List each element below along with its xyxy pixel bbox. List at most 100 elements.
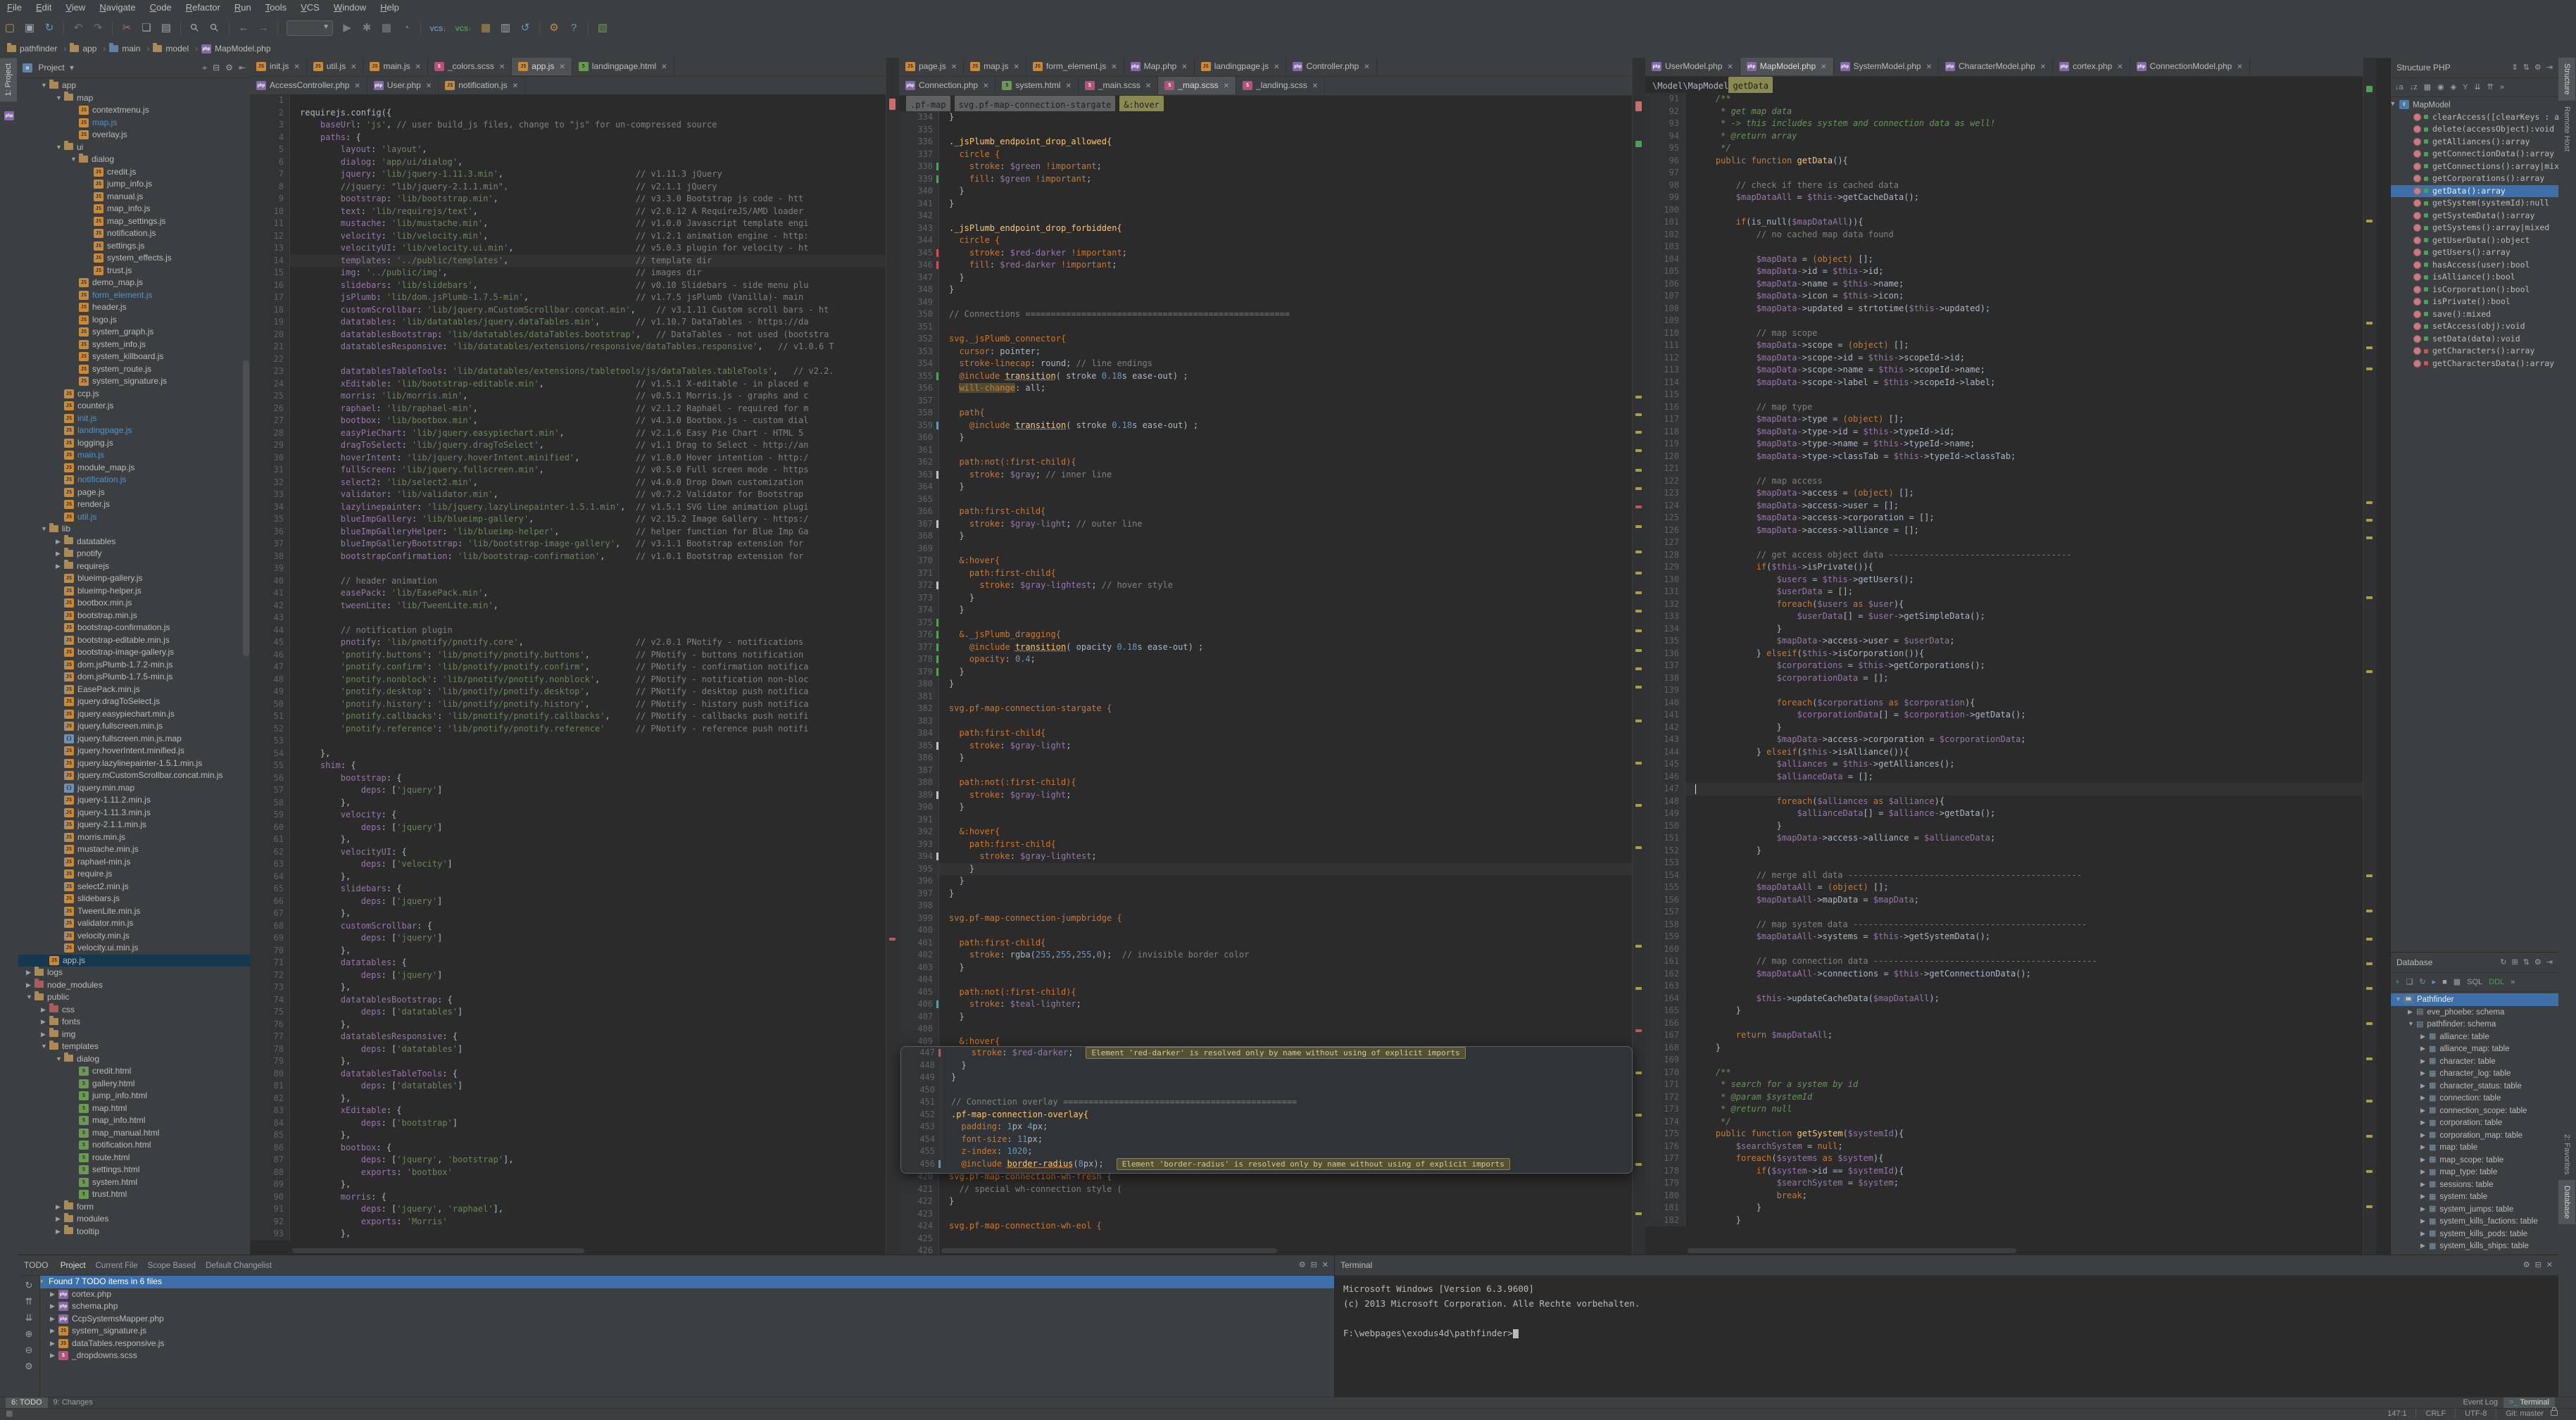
tree-item-dialog[interactable]: ▼dialog xyxy=(18,153,250,166)
tab-close-icon[interactable]: ✕ xyxy=(1013,63,1019,71)
run-icon[interactable]: ▶ xyxy=(338,20,356,37)
run-configuration-select[interactable]: ▼ xyxy=(287,20,333,36)
tree-item-system-info-js[interactable]: JSsystem_info.js xyxy=(18,339,250,351)
stripe-button-1-project[interactable]: 1: Project xyxy=(0,58,17,101)
tree-item-node-modules[interactable]: ▶node_modules xyxy=(18,979,250,992)
tree-item-trust-js[interactable]: JStrust.js xyxy=(18,265,250,277)
tree-item-velocity-ui-min-js[interactable]: JSvelocity.ui.min.js xyxy=(18,942,250,955)
tree-item-css[interactable]: ▶css xyxy=(18,1004,250,1017)
tree-item-trust-html[interactable]: 5trust.html xyxy=(18,1188,250,1201)
close-icon[interactable]: ✕ xyxy=(1322,1261,1328,1269)
editor-tab-controller-php[interactable]: phpController.php✕ xyxy=(1286,58,1376,75)
db-item-map-type[interactable]: ▶▦map_type: table xyxy=(2391,1166,2558,1179)
database-header-icon[interactable]: ⚙ xyxy=(2534,958,2542,967)
project-header-icon[interactable]: ⚙ xyxy=(225,63,233,73)
structure-method-hasaccess[interactable]: hasAccess(user):bool xyxy=(2391,259,2558,272)
structure-method-save[interactable]: save():mixed xyxy=(2391,308,2558,321)
tree-item-landingpage-js[interactable]: JSlandingpage.js xyxy=(18,425,250,437)
tree-item-notification-js[interactable]: JSnotification.js xyxy=(18,227,250,240)
tree-item-map-manual-html[interactable]: 5map_manual.html xyxy=(18,1127,250,1140)
tree-item-settings-js[interactable]: JSsettings.js xyxy=(18,240,250,253)
breadcrumb-mapmodel-php[interactable]: phpMapModel.php xyxy=(201,40,270,58)
project-header[interactable]: ▤ Project ▾ ⌖⊟⚙⇤ xyxy=(18,58,250,78)
tree-item-system-effects-js[interactable]: JSsystem_effects.js xyxy=(18,252,250,265)
db-item-sessions[interactable]: ▶▦sessions: table xyxy=(2391,1179,2558,1191)
project-header-icon[interactable]: ⊟ xyxy=(213,63,220,73)
tab-close-icon[interactable]: ✕ xyxy=(1181,63,1187,71)
open-icon[interactable]: ▢ xyxy=(1,20,19,37)
todo-tab-current-file[interactable]: Current File xyxy=(96,1256,138,1276)
menu-file[interactable]: File xyxy=(0,0,29,15)
tree-item-overlay-js[interactable]: JSoverlay.js xyxy=(18,129,250,142)
tree-item-route-html[interactable]: 5route.html xyxy=(18,1152,250,1164)
tab-close-icon[interactable]: ✕ xyxy=(1065,82,1071,90)
status-line-separator[interactable]: CRLF xyxy=(2426,1409,2446,1418)
tree-item-demo-map-js[interactable]: JSdemo_map.js xyxy=(18,277,250,289)
status-vcs-branch[interactable]: Git: master xyxy=(2506,1409,2544,1418)
tree-item-util-js[interactable]: JSutil.js xyxy=(18,511,250,524)
vcs-archive-icon[interactable]: ▦ xyxy=(477,20,495,37)
structure-method-getdata[interactable]: getData():array xyxy=(2391,185,2558,198)
stripe-button-structure[interactable]: Structure xyxy=(2558,58,2575,101)
database-header-icon[interactable]: ↻ xyxy=(2500,958,2506,967)
tree-item-map-settings-js[interactable]: JSmap_settings.js xyxy=(18,215,250,228)
tree-item-gallery-html[interactable]: 5gallery.html xyxy=(18,1078,250,1091)
editor-tab-map-js[interactable]: JSmap.js✕ xyxy=(964,58,1026,75)
editor-tab-landingpage-html[interactable]: 5landingpage.html✕ xyxy=(572,58,674,75)
project-header-icon[interactable]: ⇤ xyxy=(239,63,246,73)
database-toolbar-icon[interactable]: ↻ xyxy=(2419,978,2425,986)
tree-item-counter-js[interactable]: JScounter.js xyxy=(18,400,250,413)
structure-toolbar-icon[interactable]: » xyxy=(2500,83,2504,92)
db-item-character-log[interactable]: ▶▦character_log: table xyxy=(2391,1067,2558,1080)
structure-method-getuserdata[interactable]: getUserData():object xyxy=(2391,234,2558,247)
horizontal-scrollbar[interactable] xyxy=(941,1248,1277,1253)
db-item-system[interactable]: ▶▦system: table xyxy=(2391,1190,2558,1203)
profiler-icon[interactable]: ◔ xyxy=(397,20,415,37)
tree-item-templates[interactable]: ▼templates xyxy=(18,1041,250,1053)
tree-item-map-js[interactable]: JSmap.js xyxy=(18,117,250,130)
database-toolbar-icon[interactable]: ❏ xyxy=(2406,978,2413,986)
structure-toolbar-icon[interactable]: ⇊ xyxy=(2474,83,2480,92)
tree-item-img[interactable]: ▶img xyxy=(18,1029,250,1041)
todo-file-system-signature-js[interactable]: ▶JSsystem_signature.js xyxy=(40,1325,1334,1338)
db-item-map-scope[interactable]: ▶▦map_scope: table xyxy=(2391,1154,2558,1167)
tree-item-init-js[interactable]: JSinit.js xyxy=(18,413,250,425)
rollback-icon[interactable]: ↺ xyxy=(516,20,534,37)
structure-method-isalliance[interactable]: isAlliance():bool xyxy=(2391,271,2558,284)
db-item-system-jumps[interactable]: ▶▦system_jumps: table xyxy=(2391,1203,2558,1216)
editor-tab-systemmodel-php[interactable]: phpSystemModel.php✕ xyxy=(1834,58,1939,75)
horizontal-scrollbar[interactable] xyxy=(292,1248,584,1253)
db-item-alliance-map[interactable]: ▶▦alliance_map: table xyxy=(2391,1043,2558,1055)
tree-item-system-route-js[interactable]: JSsystem_route.js xyxy=(18,363,250,376)
database-toolbar-icon[interactable]: » xyxy=(2511,978,2515,986)
db-item-character-status[interactable]: ▶▦character_status: table xyxy=(2391,1080,2558,1093)
debug-icon[interactable]: ✱ xyxy=(358,20,376,37)
tree-item-tweenlite-min-js[interactable]: JSTweenLite.min.js xyxy=(18,905,250,918)
editor-tab-mapmodel-php[interactable]: phpMapModel.php✕ xyxy=(1740,58,1834,75)
structure-method-getsystemdata[interactable]: getSystemData():array xyxy=(2391,210,2558,222)
status-encoding[interactable]: UTF-8 xyxy=(2465,1409,2487,1418)
editor-tab-app-js[interactable]: JSapp.js✕ xyxy=(512,58,572,75)
coverage-icon[interactable]: ▩ xyxy=(377,20,396,37)
tree-item-datatables[interactable]: ▶datatables xyxy=(18,536,250,548)
structure-method-getcharactersdata[interactable]: getCharactersData():array xyxy=(2391,358,2558,370)
tree-item-slidebars-js[interactable]: JSslidebars.js xyxy=(18,893,250,905)
horizontal-scrollbar[interactable] xyxy=(1688,1248,2016,1253)
vcs-commit-icon[interactable]: VCS↑ xyxy=(451,20,475,37)
tab-close-icon[interactable]: ✕ xyxy=(1312,82,1318,90)
tree-item-velocity-min-js[interactable]: JSvelocity.min.js xyxy=(18,930,250,943)
tab-close-icon[interactable]: ✕ xyxy=(426,82,432,90)
tree-item-logo-js[interactable]: JSlogo.js xyxy=(18,314,250,327)
tree-item-logging-js[interactable]: JSlogging.js xyxy=(18,437,250,450)
tree-item-dom-jsplumb-1-7-5-min-js[interactable]: JSdom.jsPlumb-1.7.5-min.js xyxy=(18,671,250,684)
tab-close-icon[interactable]: ✕ xyxy=(1926,63,1932,71)
tree-item-public[interactable]: ▼public xyxy=(18,991,250,1004)
tab-close-icon[interactable]: ✕ xyxy=(559,63,565,71)
todo-file-datatables-responsive-js[interactable]: ▶JSdataTables.responsive.js xyxy=(40,1338,1334,1350)
editor-breadcrumb[interactable]: \Model\MapModel xyxy=(1652,81,1728,91)
editor-tab-util-js[interactable]: JSutil.js✕ xyxy=(307,58,364,75)
back-icon[interactable]: ← xyxy=(234,20,253,37)
tree-item-map[interactable]: ▼map xyxy=(18,92,250,105)
tree-item-jump-info-js[interactable]: JSjump_info.js xyxy=(18,178,250,191)
editor-tab-landingpage-js[interactable]: JSlandingpage.js✕ xyxy=(1195,58,1287,75)
